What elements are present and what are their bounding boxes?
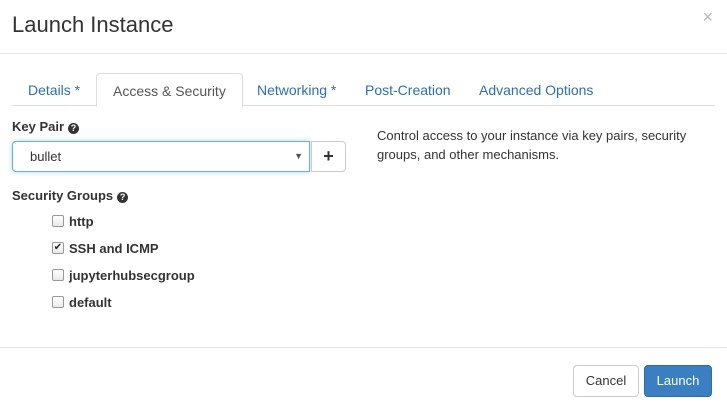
checkbox-default[interactable] xyxy=(52,296,64,308)
launch-button[interactable]: Launch xyxy=(644,365,712,397)
security-groups-label: Security Groups? xyxy=(12,188,129,203)
dialog-header: Launch Instance × xyxy=(0,0,727,54)
launch-instance-dialog: Launch Instance × Details * Access & Sec… xyxy=(0,0,727,412)
help-text: Control access to your instance via key … xyxy=(377,128,687,162)
checkbox-http[interactable] xyxy=(52,215,64,227)
key-pair-label-text: Key Pair xyxy=(12,119,65,134)
close-icon[interactable]: × xyxy=(702,8,713,26)
caret-down-icon: ▼ xyxy=(294,151,303,161)
checkbox-ssh-and-icmp[interactable]: ✔ xyxy=(52,242,64,254)
security-groups-label-text: Security Groups xyxy=(12,188,114,203)
tab-networking[interactable]: Networking * xyxy=(241,73,352,106)
tab-advanced-options[interactable]: Advanced Options xyxy=(463,73,609,106)
question-circle-icon[interactable]: ? xyxy=(117,192,129,203)
dialog-footer: Cancel Launch xyxy=(0,347,727,412)
add-key-pair-button[interactable]: + xyxy=(311,141,346,172)
security-group-label: http xyxy=(69,214,94,229)
tab-bar: Details * Access & Security Networking *… xyxy=(12,73,715,107)
security-group-label: jupyterhubsecgroup xyxy=(69,268,195,283)
check-icon: ✔ xyxy=(53,242,63,253)
security-group-label: default xyxy=(69,295,112,310)
key-pair-select[interactable]: bullet ▼ xyxy=(12,141,310,172)
checkbox-jupyterhubsecgroup[interactable] xyxy=(52,269,64,281)
key-pair-selected-value: bullet xyxy=(30,149,62,164)
tab-post-creation[interactable]: Post-Creation xyxy=(349,73,467,106)
dialog-title: Launch Instance xyxy=(12,12,174,37)
cancel-button[interactable]: Cancel xyxy=(573,365,639,397)
tab-details[interactable]: Details * xyxy=(12,73,96,106)
key-pair-label: Key Pair? xyxy=(12,119,80,134)
security-group-label: SSH and ICMP xyxy=(69,241,159,256)
question-circle-icon[interactable]: ? xyxy=(68,123,80,134)
tab-access-security[interactable]: Access & Security xyxy=(96,73,243,107)
